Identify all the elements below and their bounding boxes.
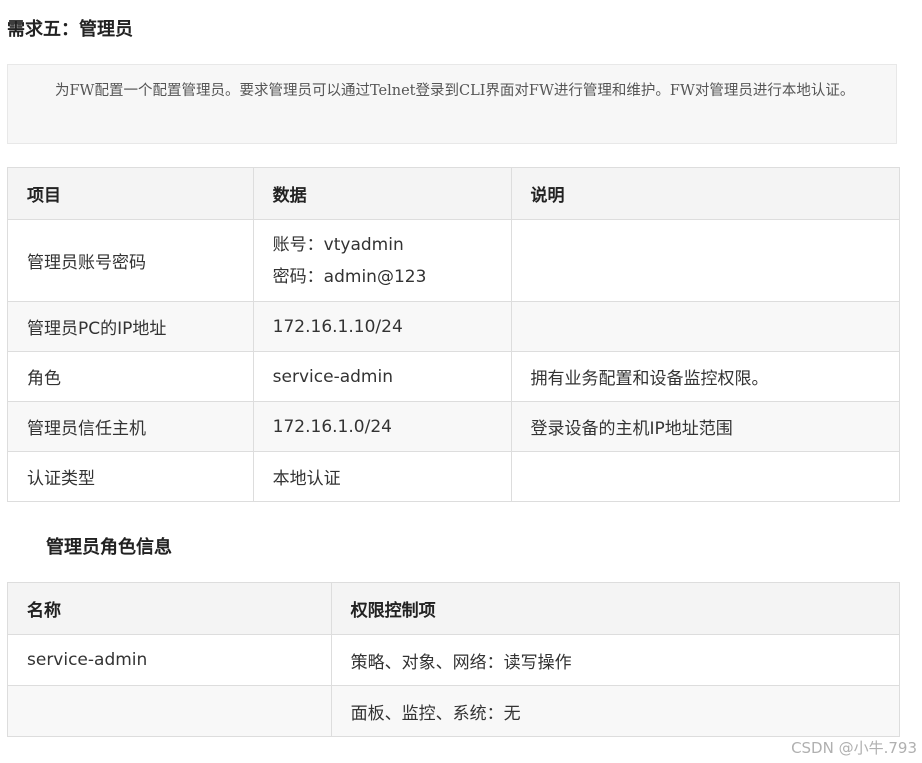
table-row: 认证类型 本地认证 — [7, 451, 900, 502]
table-row: 角色 service-admin 拥有业务配置和设备监控权限。 — [7, 351, 900, 402]
account-line: 账号：vtyadmin — [272, 234, 404, 255]
header-permission: 权限控制项 — [330, 582, 901, 635]
cell-permission: 策略、对象、网络：读写操作 — [330, 634, 901, 686]
cell-permission: 面板、监控、系统：无 — [330, 685, 901, 737]
cell-desc — [510, 451, 900, 502]
table-row: 管理员PC的IP地址 172.16.1.10/24 — [7, 301, 900, 352]
cell-data: 账号：vtyadmin 密码：admin@123 — [252, 219, 512, 302]
cell-item: 管理员账号密码 — [7, 219, 254, 302]
section-heading: 需求五：管理员 — [7, 19, 133, 40]
table-header-row: 名称 权限控制项 — [7, 582, 901, 635]
cell-name — [7, 685, 332, 737]
header-item: 项目 — [7, 167, 254, 220]
password-line: 密码：admin@123 — [272, 266, 427, 287]
table-header-row: 项目 数据 说明 — [7, 167, 900, 220]
subsection-heading: 管理员角色信息 — [46, 537, 172, 558]
cell-item: 管理员PC的IP地址 — [7, 301, 254, 352]
cell-item: 认证类型 — [7, 451, 254, 502]
cell-name: service-admin — [7, 634, 332, 686]
cell-item: 管理员信任主机 — [7, 401, 254, 452]
header-name: 名称 — [7, 582, 332, 635]
cell-desc — [510, 301, 900, 352]
cell-data: service-admin — [252, 351, 512, 402]
admin-config-table: 项目 数据 说明 管理员账号密码 账号：vtyadmin 密码：admin@12… — [7, 167, 900, 502]
header-data: 数据 — [252, 167, 512, 220]
cell-desc — [510, 219, 900, 302]
admin-role-table: 名称 权限控制项 service-admin 策略、对象、网络：读写操作 面板、… — [7, 582, 901, 737]
requirement-note: 为FW配置一个配置管理员。要求管理员可以通过Telnet登录到CLI界面对FW进… — [7, 64, 897, 144]
cell-desc: 登录设备的主机IP地址范围 — [510, 401, 900, 452]
table-row: 管理员信任主机 172.16.1.0/24 登录设备的主机IP地址范围 — [7, 401, 900, 452]
watermark: CSDN @小牛.793 — [791, 739, 917, 757]
table-row: service-admin 策略、对象、网络：读写操作 — [7, 634, 901, 686]
cell-data: 172.16.1.0/24 — [252, 401, 512, 452]
header-desc: 说明 — [510, 167, 900, 220]
table-row: 面板、监控、系统：无 — [7, 685, 901, 737]
cell-data: 172.16.1.10/24 — [252, 301, 512, 352]
cell-item: 角色 — [7, 351, 254, 402]
cell-desc: 拥有业务配置和设备监控权限。 — [510, 351, 900, 402]
table-row: 管理员账号密码 账号：vtyadmin 密码：admin@123 — [7, 219, 900, 302]
cell-data: 本地认证 — [252, 451, 512, 502]
